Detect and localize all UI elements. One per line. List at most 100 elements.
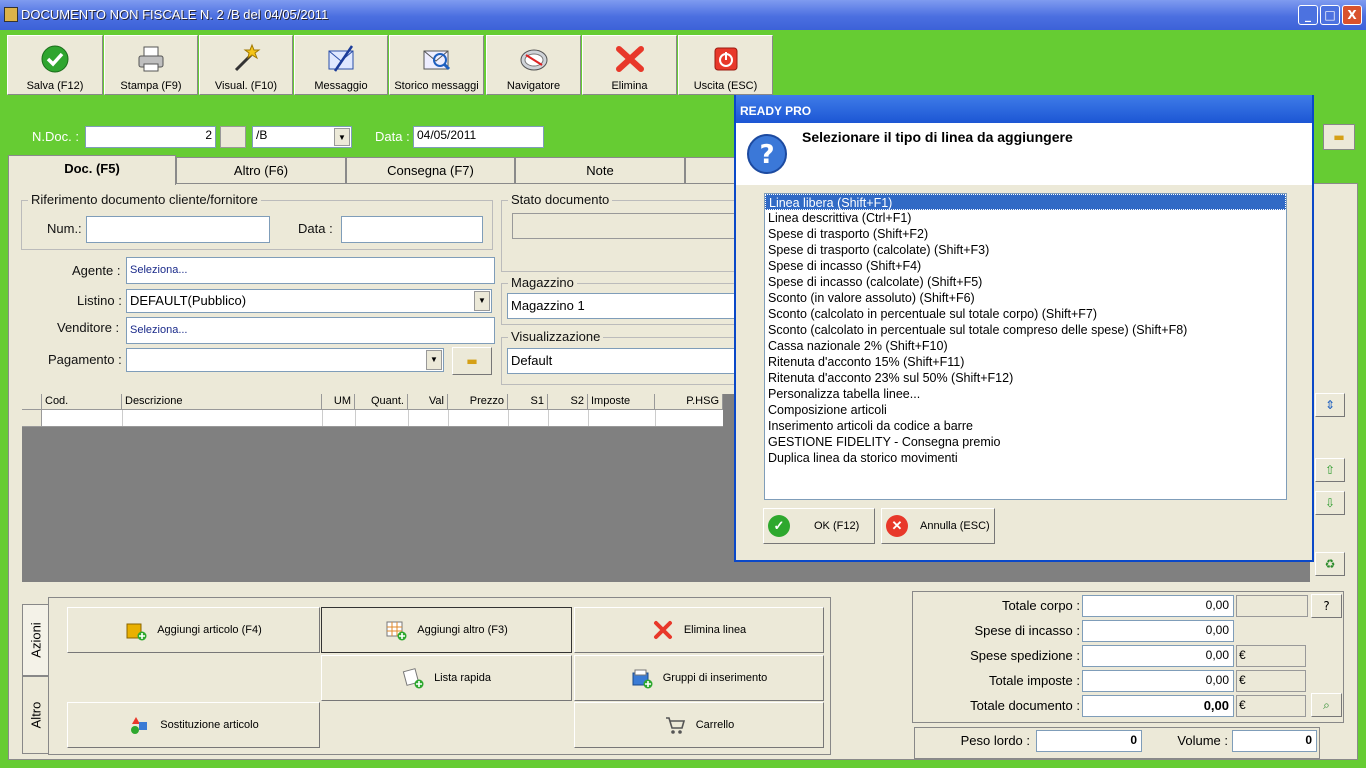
replace-shapes-icon <box>131 717 148 734</box>
list-item[interactable]: Personalizza tabella linee... <box>765 386 1286 402</box>
listino-select[interactable]: DEFAULT(Pubblico) ▼ <box>126 289 492 313</box>
list-item[interactable]: GESTIONE FIDELITY - Consegna premio <box>765 434 1286 450</box>
line-type-list[interactable]: Linea libera (Shift+F1) Linea descrittiv… <box>764 193 1287 500</box>
tab-consegna[interactable]: Consegna (F7) <box>346 157 515 184</box>
totale-documento-label: Totale documento : <box>970 698 1080 713</box>
list-item[interactable]: Duplica linea da storico movimenti <box>765 450 1286 466</box>
grid-col-um[interactable]: UM <box>322 394 355 410</box>
navigator-icon <box>520 49 547 71</box>
list-item[interactable]: Linea libera (Shift+F1) <box>765 194 1286 210</box>
grid-col-s1[interactable]: S1 <box>508 394 548 410</box>
totale-documento-value: 0,00 <box>1082 695 1234 717</box>
list-item[interactable]: Spese di trasporto (Shift+F2) <box>765 226 1286 242</box>
ndoc-input[interactable]: 2 <box>85 126 216 148</box>
navigator-button[interactable]: Navigatore <box>486 35 581 95</box>
peso-lordo-value[interactable]: 0 <box>1036 730 1142 752</box>
rif-num-input[interactable] <box>86 216 270 243</box>
agente-field[interactable]: Seleziona... <box>126 257 495 284</box>
message-history-button[interactable]: Storico messaggi <box>389 35 484 95</box>
list-item[interactable]: Spese di incasso (Shift+F4) <box>765 258 1286 274</box>
move-up-button[interactable]: ⇧ <box>1315 458 1345 482</box>
visualizzazione-select[interactable]: Default <box>507 348 746 374</box>
save-label: Salva (F12) <box>26 80 84 92</box>
pagamento-select[interactable]: ▼ <box>126 348 444 372</box>
serie-value: /B <box>256 128 268 142</box>
print-button[interactable]: Stampa (F9) <box>104 35 198 95</box>
table-row[interactable] <box>22 410 723 427</box>
list-item[interactable]: Ritenuta d'acconto 15% (Shift+F11) <box>765 354 1286 370</box>
volume-value[interactable]: 0 <box>1232 730 1317 752</box>
list-item[interactable]: Sconto (calcolato in percentuale sul tot… <box>765 322 1286 338</box>
agente-label: Agente : <box>72 263 121 278</box>
exit-button[interactable]: Uscita (ESC) <box>678 35 773 95</box>
tab-doc[interactable]: Doc. (F5) <box>8 155 176 185</box>
add-article-button[interactable]: Aggiungi articolo (F4) <box>67 607 320 653</box>
grid-col-imposte[interactable]: Imposte <box>588 394 655 410</box>
navigator-label: Navigatore <box>506 80 561 92</box>
magazzino-select[interactable]: Magazzino 1 <box>507 293 746 319</box>
data-input[interactable]: 04/05/2011 <box>413 126 544 148</box>
folder-button[interactable]: ▬ <box>1323 124 1355 150</box>
refresh-button[interactable]: ♻ <box>1315 552 1345 576</box>
cart-button[interactable]: Carrello <box>574 702 824 748</box>
grid-col-val[interactable]: Val <box>408 394 448 410</box>
move-down-button[interactable]: ⇩ <box>1315 491 1345 515</box>
replace-article-button[interactable]: Sostituzione articolo <box>67 702 320 748</box>
dialog-cancel-button[interactable]: ✕ Annulla (ESC) <box>881 508 995 544</box>
preview-button[interactable]: Visual. (F10) <box>199 35 293 95</box>
totale-corpo-label: Totale corpo : <box>1001 598 1080 613</box>
save-button[interactable]: Salva (F12) <box>7 35 103 95</box>
serie-select[interactable]: /B ▼ <box>252 126 352 148</box>
grid-col-cod[interactable]: Cod. <box>42 394 122 410</box>
zoom-button[interactable]: ⌕ <box>1311 693 1342 717</box>
tab-altro[interactable]: Altro (F6) <box>176 157 346 184</box>
quick-list-button[interactable]: Lista rapida <box>321 655 572 701</box>
minimize-button[interactable]: _ <box>1298 5 1318 25</box>
list-item[interactable]: Ritenuta d'acconto 23% sul 50% (Shift+F1… <box>765 370 1286 386</box>
close-button[interactable]: X <box>1342 5 1362 25</box>
list-item[interactable]: Cassa nazionale 2% (Shift+F10) <box>765 338 1286 354</box>
message-history-label: Storico messaggi <box>394 80 479 92</box>
message-history-icon <box>423 50 450 71</box>
spese-incasso-value[interactable]: 0,00 <box>1082 620 1234 642</box>
listino-label: Listino : <box>77 293 122 308</box>
list-item[interactable]: Inserimento articoli da codice a barre <box>765 418 1286 434</box>
delete-line-label: Elimina linea <box>683 624 747 636</box>
grid-col-quant[interactable]: Quant. <box>355 394 408 410</box>
tab-note[interactable]: Note <box>515 157 685 184</box>
help-button[interactable]: ? <box>1311 594 1342 618</box>
dialog-ok-button[interactable]: ✓ OK (F12) <box>763 508 875 544</box>
pagamento-folder-button[interactable]: ▬ <box>452 347 492 375</box>
add-other-button[interactable]: Aggiungi altro (F3) <box>321 607 572 653</box>
restore-button[interactable]: □ <box>1320 5 1340 25</box>
venditore-field[interactable]: Seleziona... <box>126 317 495 344</box>
list-item[interactable]: Linea descrittiva (Ctrl+F1) <box>765 210 1286 226</box>
rif-data-input[interactable] <box>341 216 483 243</box>
rif-title: Riferimento documento cliente/fornitore <box>28 192 261 207</box>
list-item[interactable]: Spese di trasporto (calcolate) (Shift+F3… <box>765 242 1286 258</box>
side-tab-altro-label: Altro <box>28 701 43 729</box>
dialog-title: READY PRO <box>736 95 1312 123</box>
insert-groups-button[interactable]: Gruppi di inserimento <box>574 655 824 701</box>
grid-col-s2[interactable]: S2 <box>548 394 588 410</box>
list-item[interactable]: Sconto (calcolato in percentuale sul tot… <box>765 306 1286 322</box>
grid-col-phsg[interactable]: P.HSG <box>655 394 723 410</box>
side-tab-altro[interactable]: Altro <box>22 676 48 754</box>
spese-spedizione-value[interactable]: 0,00 <box>1082 645 1234 667</box>
list-item[interactable]: Sconto (in valore assoluto) (Shift+F6) <box>765 290 1286 306</box>
delete-button[interactable]: Elimina <box>582 35 677 95</box>
message-button[interactable]: Messaggio <box>294 35 388 95</box>
grid-col-prezzo[interactable]: Prezzo <box>448 394 508 410</box>
spedizione-currency: € <box>1236 645 1306 667</box>
list-item[interactable]: Composizione articoli <box>765 402 1286 418</box>
ndoc-label: N.Doc. : <box>32 129 79 144</box>
side-tab-azioni[interactable]: Azioni <box>22 604 48 676</box>
delete-line-button[interactable]: Elimina linea <box>574 607 824 653</box>
check-icon: ✓ <box>768 515 790 537</box>
move-updown-button[interactable]: ⇕ <box>1315 393 1345 417</box>
row-divider <box>322 410 323 426</box>
grid-col-descrizione[interactable]: Descrizione <box>122 394 322 410</box>
ndoc-blank-button[interactable] <box>220 126 246 148</box>
dialog-header: ? Selezionare il tipo di linea da aggiun… <box>736 123 1312 185</box>
list-item[interactable]: Spese di incasso (calcolate) (Shift+F5) <box>765 274 1286 290</box>
